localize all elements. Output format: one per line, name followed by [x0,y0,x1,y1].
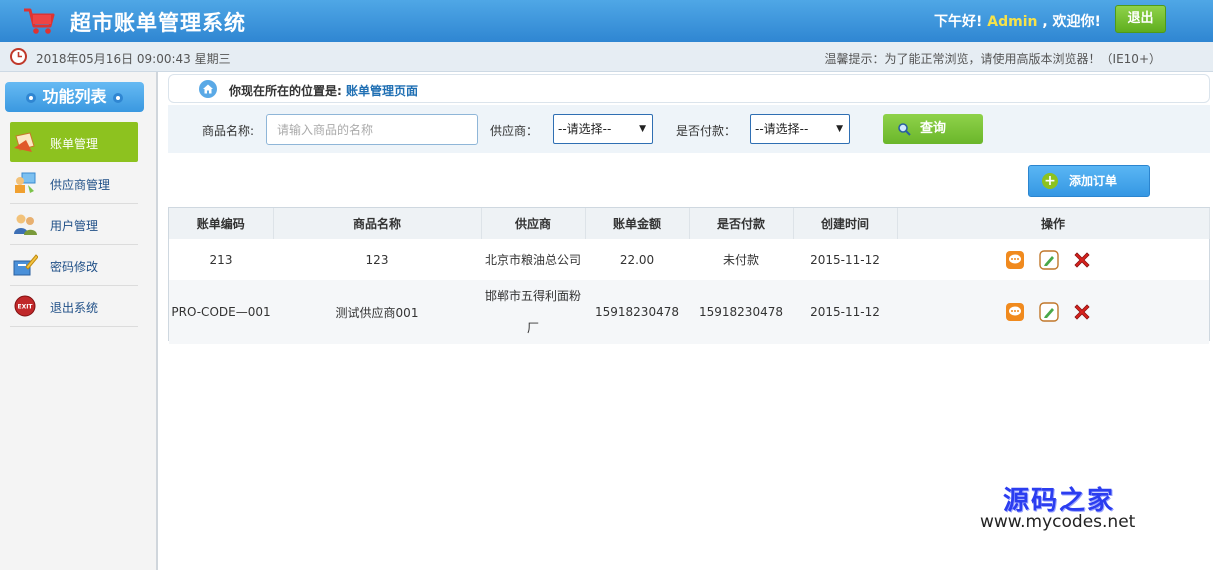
breadcrumb-prefix: 你现在所在的位置是: [229,84,342,98]
info-bar: 2018年05月16日 09:00:43 星期三 温馨提示：为了能正常浏览，请使… [0,42,1213,72]
exit-icon: EXIT [14,295,36,317]
shopping-cart-icon [24,8,55,34]
top-header: 超市账单管理系统 下午好! Admin , 欢迎你! 退出 [0,0,1213,42]
welcome-text: , 欢迎你! [1042,14,1101,30]
table-row: PRO-CODE—001 测试供应商001 邯郸市五得利面粉厂 15918230… [169,280,1209,344]
sidebar-item-exit[interactable]: EXIT 退出系统 [10,286,138,327]
view-icon[interactable] [1005,250,1025,270]
current-datetime: 2018年05月16日 09:00:43 星期三 [36,52,231,66]
app-title: 超市账单管理系统 [70,11,246,35]
supplier-label: 供应商： [490,124,539,138]
paid-status: 未付款 [689,239,793,280]
sidebar-menu: 账单管理 供应商管理 用户管理 密码修改 EXIT 退出系统 [10,122,138,327]
query-label: 查询 [920,121,947,136]
column-header: 供应商 [481,208,586,239]
bill-amount: 22.00 [585,239,689,280]
view-icon[interactable] [1005,302,1025,322]
function-list-label: 功能列表 [42,87,107,106]
table-header-row: 账单编码 商品名称 供应商 账单金额 是否付款 创建时间 操作 [169,208,1210,239]
delete-icon[interactable] [1072,250,1092,270]
logout-button[interactable]: 退出 [1115,5,1166,33]
edit-icon[interactable] [1039,249,1059,270]
dot-icon [26,93,37,103]
sidebar-item-suppliers[interactable]: 供应商管理 [10,163,138,204]
breadcrumb-text: 你现在所在的位置是: 账单管理页面 [229,82,418,99]
column-header: 创建时间 [793,208,898,239]
search-icon [898,123,911,136]
greeting-text: 下午好! [934,14,983,30]
greeting: 下午好! Admin , 欢迎你! [934,11,1101,31]
dropdown-arrow-icon: ▼ [639,124,646,134]
sidebar-item-label: 账单管理 [50,137,99,151]
column-header: 商品名称 [273,208,482,239]
breadcrumb-current-page: 账单管理页面 [346,84,419,98]
dropdown-arrow-icon: ▼ [836,124,843,134]
created-date: 2015-11-12 [793,280,897,344]
product-name-label: 商品名称: [202,124,255,138]
add-order-label: 添加订单 [1069,174,1118,188]
bill-amount: 15918230478 [585,280,689,344]
bill-icon [14,132,35,152]
supplier: 北京市粮油总公司 [481,239,585,280]
watermark-url: www.mycodes.net [980,512,1136,532]
column-header: 账单金额 [585,208,690,239]
product-name: 测试供应商001 [273,280,481,344]
table-row: 213 123 北京市粮油总公司 22.00 未付款 2015-11-12 [169,239,1209,280]
breadcrumb: 你现在所在的位置是: 账单管理页面 [168,74,1210,103]
sidebar-item-password[interactable]: 密码修改 [10,245,138,286]
row-actions [897,280,1209,344]
sidebar-item-users[interactable]: 用户管理 [10,204,138,245]
browser-tip: 温馨提示：为了能正常浏览，请使用高版本浏览器！（IE10+） [824,52,1161,66]
svg-text:EXIT: EXIT [17,304,33,311]
paid-label: 是否付款： [676,124,737,138]
paid-status: 15918230478 [689,280,793,344]
paid-select[interactable]: --请选择-- ▼ [750,114,850,144]
supplier-select-value: --请选择-- [558,122,612,136]
dot-icon [112,93,123,103]
paid-select-value: --请选择-- [755,122,809,136]
add-order-button[interactable]: + 添加订单 [1028,165,1150,197]
column-header: 账单编码 [169,208,274,239]
product-name-input[interactable] [266,114,478,145]
sidebar-item-bills[interactable]: 账单管理 [10,122,138,162]
sidebar-item-label: 供应商管理 [50,178,111,192]
edit-icon[interactable] [1039,302,1059,322]
sidebar-item-label: 用户管理 [50,219,99,233]
home-icon [199,80,217,98]
supplier-icon [15,172,36,193]
plus-icon: + [1042,173,1058,189]
clock-icon [10,48,27,65]
sidebar-item-label: 密码修改 [50,260,99,274]
column-header: 操作 [897,208,1210,239]
column-header: 是否付款 [689,208,794,239]
password-icon [13,254,38,276]
search-panel: 商品名称: 供应商： --请选择-- ▼ 是否付款： --请选择-- ▼ 查询 [168,105,1210,153]
supplier-select[interactable]: --请选择-- ▼ [553,114,653,144]
bill-code: 213 [169,239,273,280]
username: Admin [987,14,1038,30]
function-list-title: 功能列表 [5,82,144,112]
sidebar-item-label: 退出系统 [50,301,99,315]
users-icon [14,214,37,235]
created-date: 2015-11-12 [793,239,897,280]
sidebar: 功能列表 账单管理 供应商管理 用户管理 密码修改 EXIT 退出系统 [0,72,158,570]
delete-icon[interactable] [1072,302,1092,322]
supplier: 邯郸市五得利面粉厂 [481,280,585,344]
bill-table: 账单编码 商品名称 供应商 账单金额 是否付款 创建时间 操作 213 123 … [168,207,1210,344]
product-name: 123 [273,239,481,280]
row-actions [897,239,1209,280]
query-button[interactable]: 查询 [883,114,983,144]
bill-code: PRO-CODE—001 [169,280,273,344]
